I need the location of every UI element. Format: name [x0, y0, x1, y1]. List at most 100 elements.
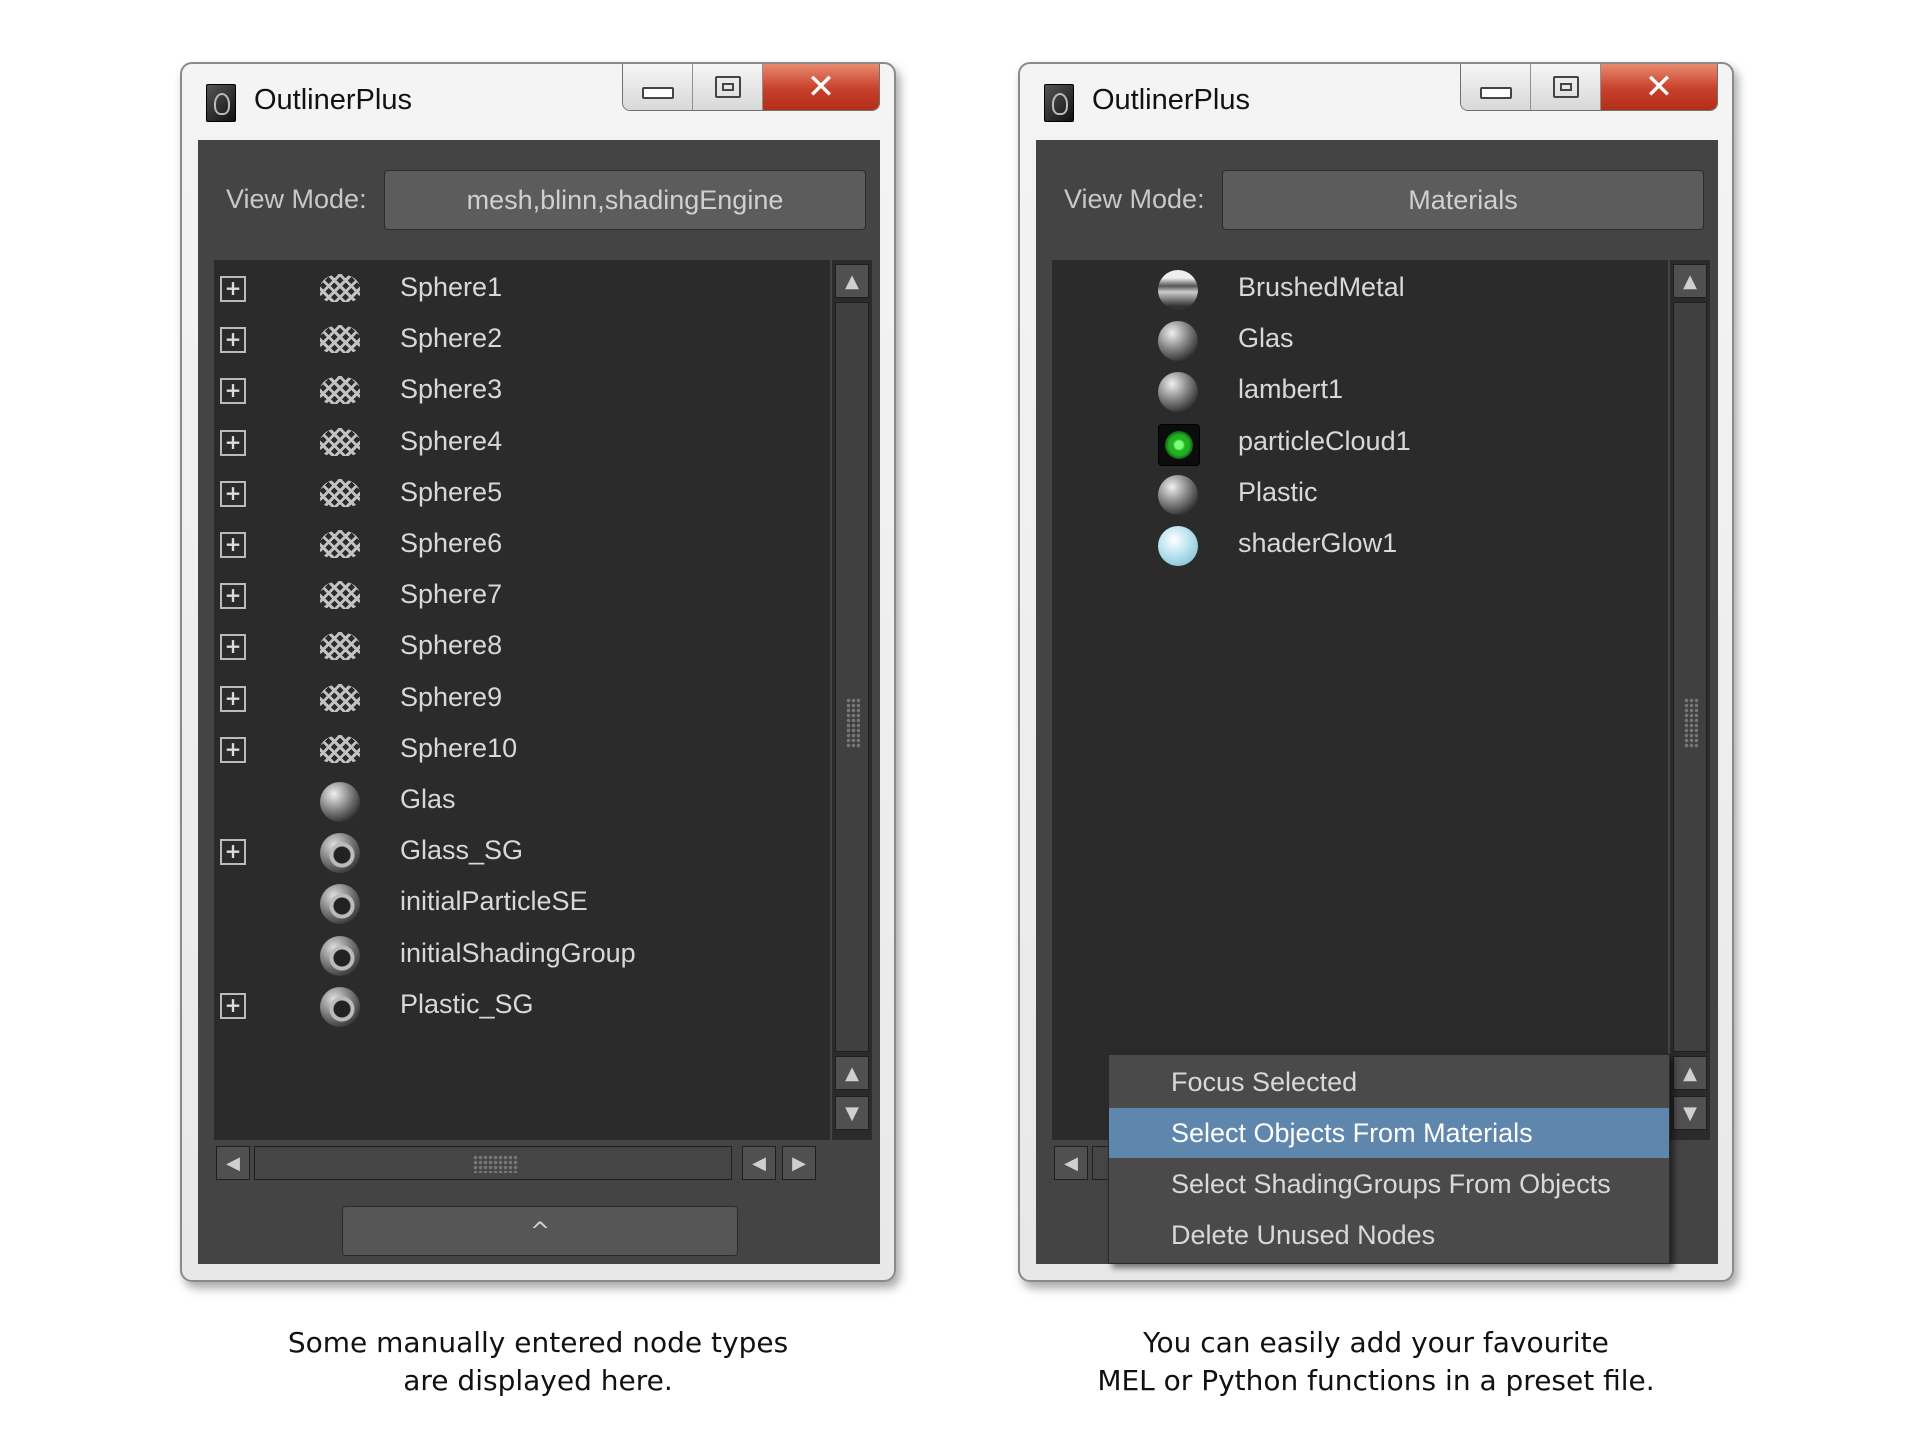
arrow-up-icon: ▲ [845, 270, 859, 292]
scroll-track[interactable] [835, 302, 869, 1052]
expand-icon[interactable]: + [220, 480, 246, 507]
expand-icon[interactable]: + [220, 429, 246, 456]
list-item[interactable]: + Plastic_SG [214, 981, 814, 1031]
scroll-left-button-2[interactable]: ◀ [742, 1146, 776, 1180]
horizontal-track[interactable] [254, 1146, 732, 1180]
list-item[interactable]: Glas [1052, 315, 1652, 365]
list-item[interactable]: + Sphere4 [214, 418, 814, 468]
list-item-label: lambert1 [1238, 374, 1344, 405]
list-item[interactable]: BrushedMetal [1052, 264, 1652, 314]
expand-icon[interactable]: + [220, 685, 246, 712]
outliner-window-left: OutlinerPlus ✕ View Mode: mesh,blinn,sha… [180, 62, 896, 1282]
maya-app-icon [206, 84, 236, 122]
outliner-list[interactable]: + Sphere1 + Sphere2 + Sphere3 + Sphere4 + Sphere5… [214, 260, 830, 1140]
expand-icon[interactable]: + [220, 736, 246, 763]
list-item-label: Glass_SG [400, 835, 524, 866]
list-item[interactable]: + Sphere9 [214, 674, 814, 724]
list-item[interactable]: + Sphere5 [214, 469, 814, 519]
scroll-track[interactable] [1673, 302, 1707, 1052]
list-item[interactable]: + Sphere6 [214, 520, 814, 570]
material-sphere-icon [1158, 372, 1198, 413]
list-item[interactable]: shaderGlow1 [1052, 520, 1652, 570]
context-menu-item[interactable]: Delete Unused Nodes [1109, 1210, 1669, 1260]
caption-left: Some manually entered node types are dis… [180, 1324, 896, 1400]
view-mode-field[interactable]: mesh,blinn,shadingEngine [384, 170, 866, 230]
list-item[interactable]: + Sphere1 [214, 264, 814, 314]
scroll-up-button[interactable]: ▲ [1673, 264, 1707, 298]
arrow-up-icon: ▲ [1683, 270, 1697, 292]
context-menu-item[interactable]: Select Objects From Materials [1109, 1108, 1669, 1158]
list-item[interactable]: particleCloud1 [1052, 418, 1652, 468]
list-item[interactable]: initialShadingGroup [214, 930, 814, 980]
list-item-label: Glas [1238, 323, 1294, 354]
maximize-button[interactable] [1531, 64, 1601, 110]
context-menu-item[interactable]: Select ShadingGroups From Objects [1109, 1159, 1669, 1209]
list-item[interactable]: + Sphere2 [214, 315, 814, 365]
scroll-left-button[interactable]: ◀ [1054, 1146, 1088, 1180]
scroll-up-button-lower[interactable]: ▲ [835, 1056, 869, 1090]
mesh-icon [320, 530, 360, 558]
shading-group-icon [320, 833, 360, 874]
context-menu-item[interactable]: Focus Selected [1109, 1057, 1669, 1107]
outliner-panel: View Mode: mesh,blinn,shadingEngine + Sph… [198, 140, 880, 1264]
minimize-button[interactable] [1461, 64, 1531, 110]
list-item-label: BrushedMetal [1238, 272, 1405, 302]
expand-icon[interactable]: + [220, 532, 246, 558]
list-item[interactable]: + Sphere7 [214, 571, 814, 621]
expand-icon[interactable]: + [220, 327, 246, 354]
vertical-scrollbar[interactable]: ▲ ▲ ▼ [832, 260, 872, 1140]
view-mode-label: View Mode: [1064, 184, 1205, 214]
list-item[interactable]: initialParticleSE [214, 878, 814, 928]
title-bar[interactable]: OutlinerPlus ✕ [1020, 64, 1732, 140]
horizontal-grip-icon[interactable] [473, 1155, 519, 1173]
close-button[interactable]: ✕ [1601, 64, 1717, 110]
caption-line-2: MEL or Python functions in a preset file… [1097, 1364, 1655, 1397]
maximize-button[interactable] [693, 64, 763, 110]
close-button[interactable]: ✕ [763, 64, 879, 110]
arrow-left-icon: ◀ [752, 1152, 766, 1174]
list-item[interactable]: + Sphere8 [214, 622, 814, 672]
list-item[interactable]: + Sphere3 [214, 366, 814, 416]
expand-icon[interactable]: + [220, 276, 246, 302]
maximize-icon [714, 76, 741, 98]
list-item-label: Sphere9 [400, 681, 503, 712]
scroll-grip-icon[interactable] [1684, 698, 1698, 748]
list-item-label: Sphere3 [400, 374, 503, 405]
expand-icon[interactable]: + [220, 634, 246, 661]
list-item-label: Sphere2 [400, 323, 503, 354]
collapse-toggle-button[interactable]: ^ [342, 1206, 738, 1256]
list-item[interactable]: Plastic [1052, 469, 1652, 519]
caption-right: You can easily add your favourite MEL or… [1018, 1324, 1734, 1400]
expand-icon[interactable]: + [220, 839, 246, 866]
scroll-left-button[interactable]: ◀ [216, 1146, 250, 1180]
caption-line-1: Some manually entered node types [287, 1326, 789, 1359]
list-item[interactable]: Glas [214, 776, 814, 826]
view-mode-field[interactable]: Materials [1222, 170, 1704, 230]
minimize-button[interactable] [623, 64, 693, 110]
vertical-scrollbar[interactable]: ▲ ▲ ▼ [1670, 260, 1710, 1140]
scroll-up-button-lower[interactable]: ▲ [1673, 1056, 1707, 1090]
expand-icon[interactable]: + [220, 992, 246, 1019]
close-icon: ✕ [1644, 67, 1674, 107]
material-sphere-icon [320, 782, 360, 822]
scroll-right-button[interactable]: ▶ [782, 1146, 816, 1180]
outliner-panel: View Mode: Materials BrushedMetal Glas lam… [1036, 140, 1718, 1264]
arrow-left-icon: ◀ [226, 1152, 240, 1174]
list-item-label: initialParticleSE [400, 886, 588, 917]
scroll-up-button[interactable]: ▲ [835, 264, 869, 298]
list-item[interactable]: + Glass_SG [214, 827, 814, 877]
list-item-label: Plastic_SG [400, 988, 534, 1019]
expand-icon[interactable]: + [220, 583, 246, 610]
horizontal-scrollbar[interactable]: ◀ ◀ ▶ [214, 1144, 830, 1182]
title-bar[interactable]: OutlinerPlus ✕ [182, 64, 894, 140]
list-item[interactable]: + Sphere10 [214, 725, 814, 775]
list-item[interactable]: lambert1 [1052, 366, 1652, 416]
material-sphere-icon [1158, 474, 1198, 515]
scroll-grip-icon[interactable] [846, 698, 860, 748]
scroll-down-button[interactable]: ▼ [835, 1096, 869, 1130]
scroll-down-button[interactable]: ▼ [1673, 1096, 1707, 1130]
shading-group-icon [320, 884, 360, 925]
expand-icon[interactable]: + [220, 378, 246, 405]
outliner-list[interactable]: BrushedMetal Glas lambert1 particleCloud1 Pl… [1052, 260, 1668, 1140]
list-item-label: particleCloud1 [1238, 425, 1411, 456]
